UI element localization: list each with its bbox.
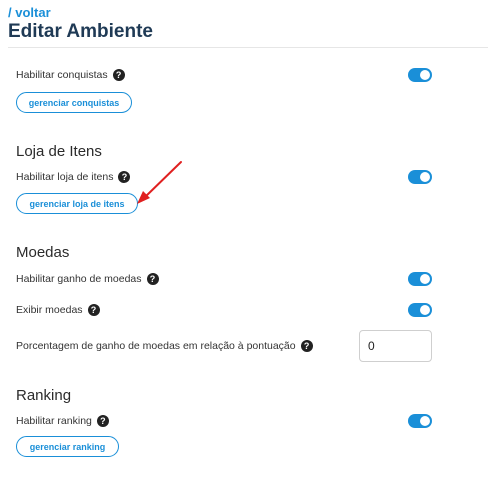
- question-circle-icon[interactable]: ?: [96, 415, 109, 427]
- manage-loja-button[interactable]: gerenciar loja de itens: [16, 193, 138, 214]
- header-divider: [8, 47, 488, 48]
- toggle-knob: [420, 70, 430, 80]
- moedas-section-title: Moedas: [16, 244, 70, 261]
- toggle-knob: [420, 416, 430, 426]
- question-circle-icon[interactable]: ?: [87, 304, 100, 316]
- conquistas-toggle[interactable]: [408, 68, 432, 82]
- moedas-show-row: Exibir moedas ?: [16, 300, 432, 320]
- back-link[interactable]: / voltar: [8, 5, 51, 20]
- ranking-section-title: Ranking: [16, 387, 72, 404]
- question-circle-icon[interactable]: ?: [146, 273, 159, 285]
- toggle-knob: [420, 172, 430, 182]
- toggle-knob: [420, 305, 430, 315]
- loja-enable-label: Habilitar loja de itens: [16, 171, 114, 183]
- question-circle-icon[interactable]: ?: [118, 171, 131, 183]
- conquistas-enable-label: Habilitar conquistas: [16, 69, 108, 81]
- loja-enable-row: Habilitar loja de itens ?: [16, 167, 432, 187]
- moedas-earn-row: Habilitar ganho de moedas ?: [16, 269, 432, 289]
- moedas-show-label: Exibir moedas: [16, 304, 83, 316]
- moedas-earn-label: Habilitar ganho de moedas: [16, 273, 142, 285]
- conquistas-enable-row: Habilitar conquistas ?: [16, 65, 432, 85]
- question-circle-icon[interactable]: ?: [112, 69, 125, 81]
- page-title: Editar Ambiente: [8, 21, 153, 42]
- loja-section-title: Loja de Itens: [16, 143, 102, 160]
- ranking-toggle[interactable]: [408, 414, 432, 428]
- manage-conquistas-button[interactable]: gerenciar conquistas: [16, 92, 132, 113]
- coin-percent-input[interactable]: [359, 330, 432, 362]
- toggle-knob: [420, 274, 430, 284]
- ranking-enable-row: Habilitar ranking ?: [16, 411, 432, 431]
- question-circle-icon[interactable]: ?: [300, 340, 313, 352]
- ranking-enable-label: Habilitar ranking: [16, 415, 92, 427]
- manage-ranking-button[interactable]: gerenciar ranking: [16, 436, 119, 457]
- moedas-show-toggle[interactable]: [408, 303, 432, 317]
- loja-toggle[interactable]: [408, 170, 432, 184]
- moedas-earn-toggle[interactable]: [408, 272, 432, 286]
- arrow-head: [137, 191, 150, 204]
- moedas-percent-label: Porcentagem de ganho de moedas em relaçã…: [16, 340, 296, 352]
